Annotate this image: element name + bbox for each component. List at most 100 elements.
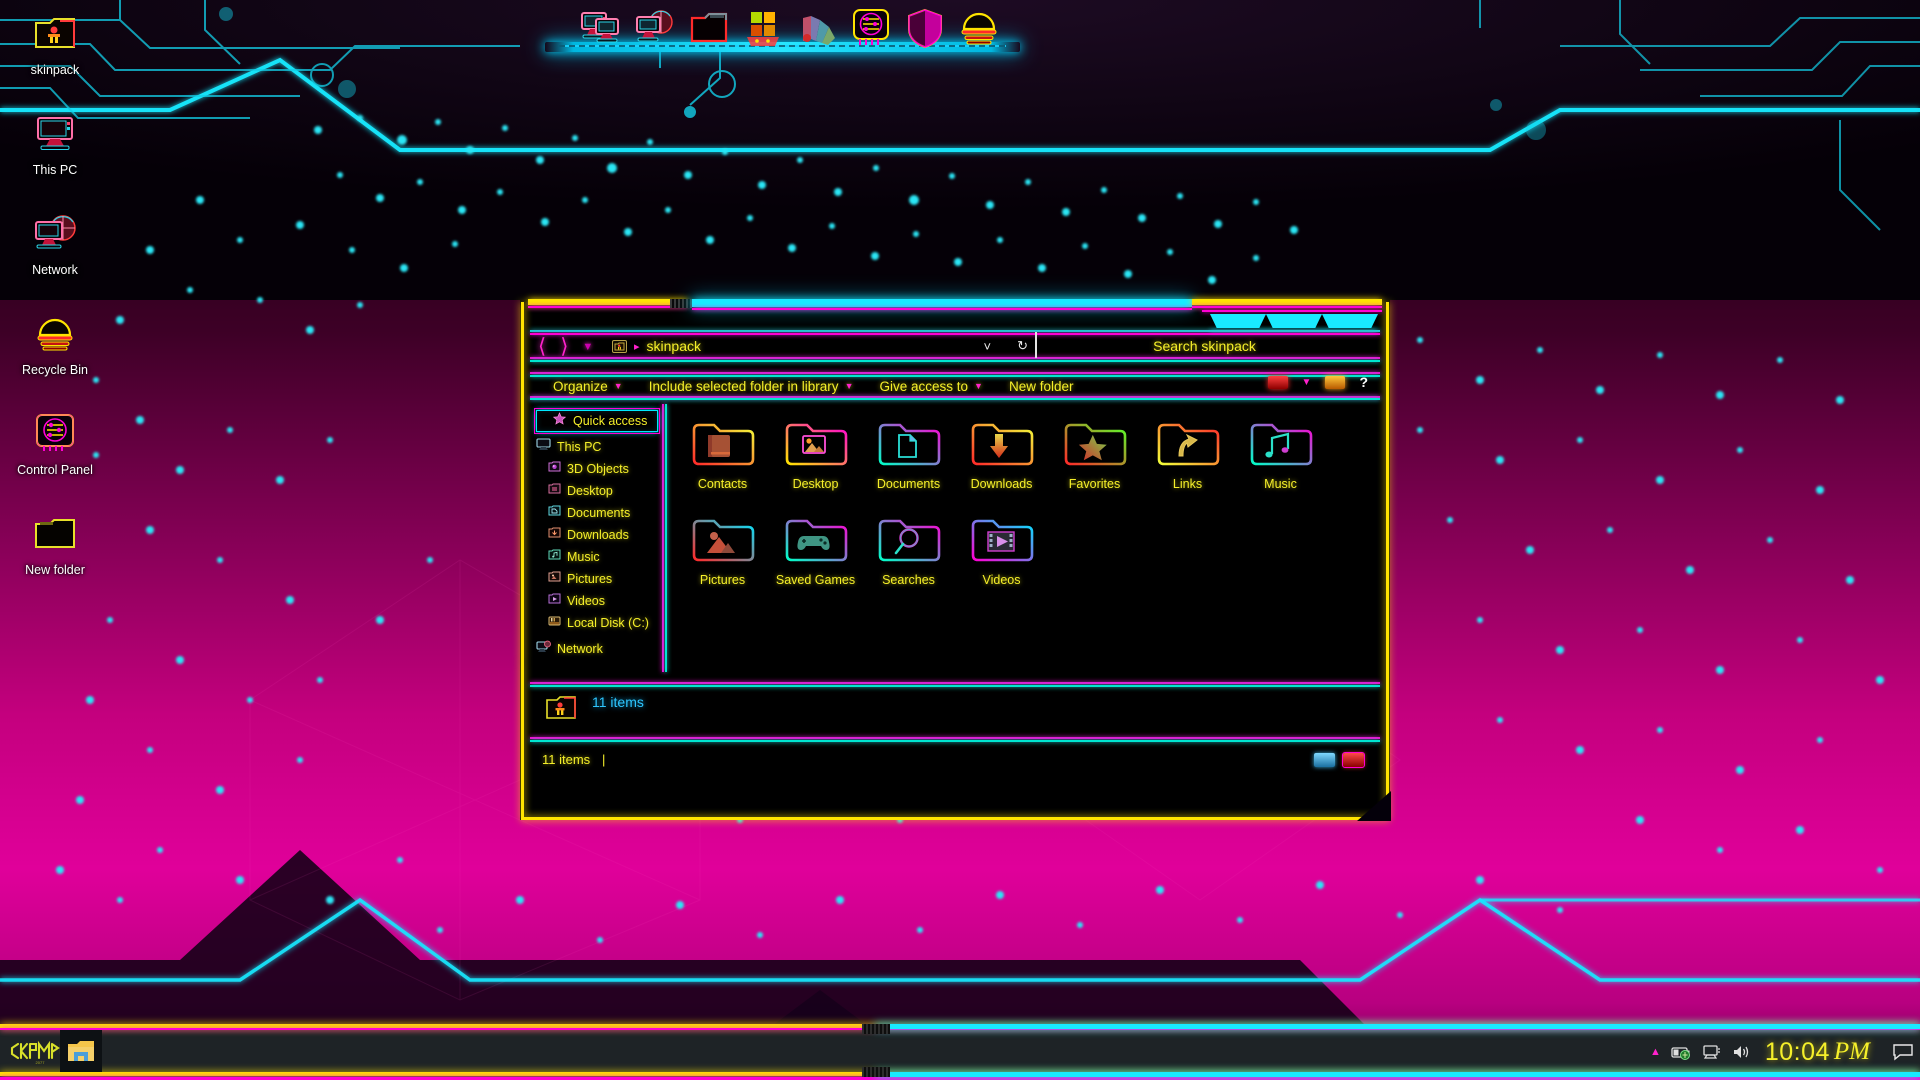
sidebar-item-pictures[interactable]: Pictures bbox=[530, 568, 662, 590]
sidebar-item-videos[interactable]: Videos bbox=[530, 590, 662, 612]
help-button[interactable]: ? bbox=[1359, 374, 1368, 390]
3d-objects-icon bbox=[548, 460, 561, 478]
file-explorer-taskbar-button[interactable] bbox=[60, 1030, 102, 1072]
sidebar-item-quick-access[interactable]: Quick access bbox=[534, 408, 660, 434]
desktop-icon-new-folder[interactable]: New folder bbox=[0, 508, 110, 608]
file-item-downloads[interactable]: Downloads bbox=[955, 416, 1048, 512]
sidebar-item-3d-objects[interactable]: 3D Objects bbox=[530, 458, 662, 480]
chevron-down-icon[interactable]: ˅ bbox=[984, 339, 992, 354]
file-item-desktop[interactable]: Desktop bbox=[769, 416, 862, 512]
skinpack-folder-icon bbox=[544, 692, 580, 724]
change-view-button[interactable] bbox=[1267, 375, 1288, 389]
clock-time[interactable]: 10:04 bbox=[1765, 1038, 1830, 1067]
sidebar-item-downloads[interactable]: Downloads bbox=[530, 524, 662, 546]
pictures-icon bbox=[548, 570, 561, 588]
shield-icon[interactable] bbox=[902, 6, 948, 50]
file-item-pictures[interactable]: Pictures bbox=[676, 512, 769, 608]
desktop-icon-label: Control Panel bbox=[17, 463, 93, 477]
sidebar-item-label: Documents bbox=[567, 506, 631, 520]
view-dropdown-icon[interactable]: ▼ bbox=[1302, 377, 1312, 388]
sidebar-item-label: Quick access bbox=[573, 414, 648, 428]
folder-icon[interactable] bbox=[686, 6, 732, 50]
file-item-searches[interactable]: Searches bbox=[862, 512, 955, 608]
network-globe-icon[interactable] bbox=[632, 6, 678, 50]
file-item-label: Videos bbox=[982, 573, 1021, 587]
sidebar-item-network[interactable]: Network bbox=[530, 638, 662, 660]
links-folder-icon bbox=[1153, 416, 1223, 472]
file-item-videos[interactable]: Videos bbox=[955, 512, 1048, 608]
navigation-pane: Quick access This PC 3D Objects Desktop … bbox=[530, 404, 662, 674]
breadcrumb[interactable]: ▸ skinpack bbox=[612, 334, 701, 358]
desktop-icon-network[interactable]: Network bbox=[0, 208, 110, 308]
favorites-folder-icon bbox=[1060, 416, 1130, 472]
this-pc-icon bbox=[536, 438, 551, 456]
sidebar-item-label: Music bbox=[567, 550, 600, 564]
large-icons-view-icon[interactable] bbox=[1342, 752, 1365, 768]
sidebar-item-music[interactable]: Music bbox=[530, 546, 662, 568]
desktop-icon-recycle-bin[interactable]: Recycle Bin bbox=[0, 308, 110, 408]
new-folder-button[interactable]: New folder bbox=[996, 379, 1087, 394]
this-pc-icon bbox=[30, 108, 80, 158]
folder-icon bbox=[30, 508, 80, 558]
file-item-links[interactable]: Links bbox=[1141, 416, 1234, 512]
file-item-label: Contacts bbox=[697, 477, 748, 491]
settings-sliders-icon[interactable] bbox=[848, 6, 894, 50]
details-view-icon[interactable] bbox=[1314, 753, 1335, 767]
search-input[interactable]: Search skinpack bbox=[1037, 332, 1372, 360]
sidebar-item-this-pc[interactable]: This PC bbox=[530, 436, 662, 458]
network-icon[interactable] bbox=[1697, 1030, 1727, 1074]
taskbar-notch bbox=[862, 1024, 890, 1034]
desktop-icon-label: skinpack bbox=[30, 63, 80, 77]
forward-chevron-icon[interactable]: ⟩ bbox=[560, 336, 568, 357]
desktop-icon-this-pc[interactable]: This PC bbox=[0, 108, 110, 208]
maximize-button[interactable] bbox=[1266, 314, 1322, 328]
window-corner-cut bbox=[1357, 791, 1391, 821]
clock-meridiem[interactable]: PM bbox=[1834, 1038, 1870, 1066]
close-button[interactable] bbox=[1322, 314, 1378, 328]
refresh-icon[interactable]: ↻ bbox=[1017, 338, 1028, 354]
command-bar-items: Organize ▼ Include selected folder in li… bbox=[540, 375, 1086, 397]
minimize-button[interactable] bbox=[1210, 314, 1266, 328]
battery-icon[interactable] bbox=[1667, 1030, 1697, 1074]
give-access-to-button[interactable]: Give access to ▼ bbox=[866, 379, 995, 394]
chevron-down-icon: ▼ bbox=[613, 381, 623, 391]
network-icon bbox=[30, 208, 80, 258]
desktop-icon-skinpack[interactable]: skinpack bbox=[0, 8, 110, 108]
sidebar-item-documents[interactable]: Documents bbox=[530, 502, 662, 524]
sidebar-item-label: 3D Objects bbox=[567, 462, 629, 476]
back-chevron-icon[interactable]: ⟨ bbox=[538, 336, 546, 357]
breadcrumb-path[interactable]: skinpack bbox=[647, 338, 701, 354]
include-in-library-button[interactable]: Include selected folder in library ▼ bbox=[636, 379, 867, 394]
sidebar-item-desktop[interactable]: Desktop bbox=[530, 480, 662, 502]
recycle-bin-icon[interactable] bbox=[956, 6, 1002, 50]
color-fan-icon[interactable] bbox=[794, 6, 840, 50]
windows-start-icon[interactable] bbox=[740, 6, 786, 50]
sidebar-item-local-disk[interactable]: Local Disk (C:) bbox=[530, 612, 662, 634]
notification-center-icon[interactable] bbox=[1886, 1030, 1920, 1074]
show-hidden-icons-icon[interactable]: ▲ bbox=[1650, 1046, 1661, 1058]
file-item-favorites[interactable]: Favorites bbox=[1048, 416, 1141, 512]
preview-pane-button[interactable] bbox=[1325, 375, 1346, 389]
desktop-icon-label: Recycle Bin bbox=[22, 363, 88, 377]
downloads-icon bbox=[548, 526, 561, 544]
search-placeholder: Search skinpack bbox=[1153, 338, 1256, 354]
desktop-icon-control-panel[interactable]: Control Panel bbox=[0, 408, 110, 508]
file-explorer-window[interactable]: ⟨ ⟩ ▼ ▸ skinpack ˅ ↻ Search skinpack Org… bbox=[520, 299, 1391, 821]
give-access-to-label: Give access to bbox=[879, 378, 969, 394]
sidebar-item-label: Desktop bbox=[567, 484, 613, 498]
file-item-contacts[interactable]: Contacts bbox=[676, 416, 769, 512]
recent-locations-caret-icon[interactable]: ▼ bbox=[582, 341, 593, 353]
recycle-bin-icon bbox=[30, 308, 80, 358]
file-item-saved-games[interactable]: Saved Games bbox=[769, 512, 862, 608]
desktop-icon bbox=[548, 482, 561, 500]
volume-icon[interactable] bbox=[1727, 1030, 1757, 1074]
file-list-pane[interactable]: Contacts Desktop Documents Downloads Fav… bbox=[662, 404, 1380, 674]
include-in-library-label: Include selected folder in library bbox=[648, 378, 839, 394]
file-item-music[interactable]: Music bbox=[1234, 416, 1327, 512]
displays-icon[interactable] bbox=[578, 6, 624, 50]
file-item-documents[interactable]: Documents bbox=[862, 416, 955, 512]
file-item-label: Favorites bbox=[1068, 477, 1121, 491]
desktop-icon-label: This PC bbox=[32, 163, 78, 177]
organize-button[interactable]: Organize ▼ bbox=[540, 379, 636, 394]
documents-folder-icon bbox=[874, 416, 944, 472]
